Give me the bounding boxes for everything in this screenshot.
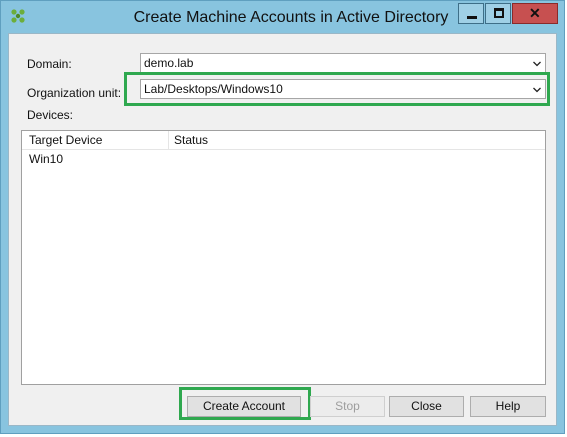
column-header-status[interactable]: Status bbox=[174, 133, 208, 147]
devices-list-header: Target Device Status bbox=[22, 131, 545, 150]
title-bar[interactable]: Create Machine Accounts in Active Direct… bbox=[1, 1, 564, 33]
close-icon: ✕ bbox=[529, 5, 541, 21]
minimize-button[interactable] bbox=[458, 3, 484, 24]
domain-label: Domain: bbox=[27, 57, 72, 71]
organization-unit-dropdown[interactable]: Lab/Desktops/Windows10 bbox=[140, 79, 546, 99]
devices-list[interactable]: Target Device Status Win10 bbox=[21, 130, 546, 385]
organization-unit-value: Lab/Desktops/Windows10 bbox=[144, 82, 283, 96]
dialog-client-area: Domain: demo.lab Organization unit: Lab/… bbox=[8, 33, 557, 426]
domain-dropdown[interactable]: demo.lab bbox=[140, 53, 546, 73]
maximize-button[interactable] bbox=[485, 3, 511, 24]
organization-unit-label: Organization unit: bbox=[27, 86, 122, 100]
close-button[interactable]: Close bbox=[389, 396, 464, 417]
citrix-app-icon bbox=[11, 9, 25, 23]
window-title: Create Machine Accounts in Active Direct… bbox=[133, 9, 449, 26]
column-separator[interactable] bbox=[168, 131, 169, 149]
devices-label: Devices: bbox=[27, 108, 74, 122]
chevron-down-icon bbox=[533, 87, 541, 93]
domain-value: demo.lab bbox=[144, 56, 194, 70]
chevron-down-icon bbox=[533, 61, 541, 67]
dialog-window: Create Machine Accounts in Active Direct… bbox=[0, 0, 565, 434]
column-header-target-device[interactable]: Target Device bbox=[29, 133, 102, 147]
close-window-button[interactable]: ✕ bbox=[512, 3, 558, 24]
create-account-button[interactable]: Create Account bbox=[187, 396, 301, 417]
target-device-cell: Win10 bbox=[29, 152, 64, 166]
maximize-icon bbox=[494, 8, 504, 18]
help-button[interactable]: Help bbox=[470, 396, 546, 417]
table-row[interactable]: Win10 bbox=[29, 152, 63, 166]
stop-button[interactable]: Stop bbox=[310, 396, 385, 417]
minimize-icon bbox=[467, 16, 477, 19]
